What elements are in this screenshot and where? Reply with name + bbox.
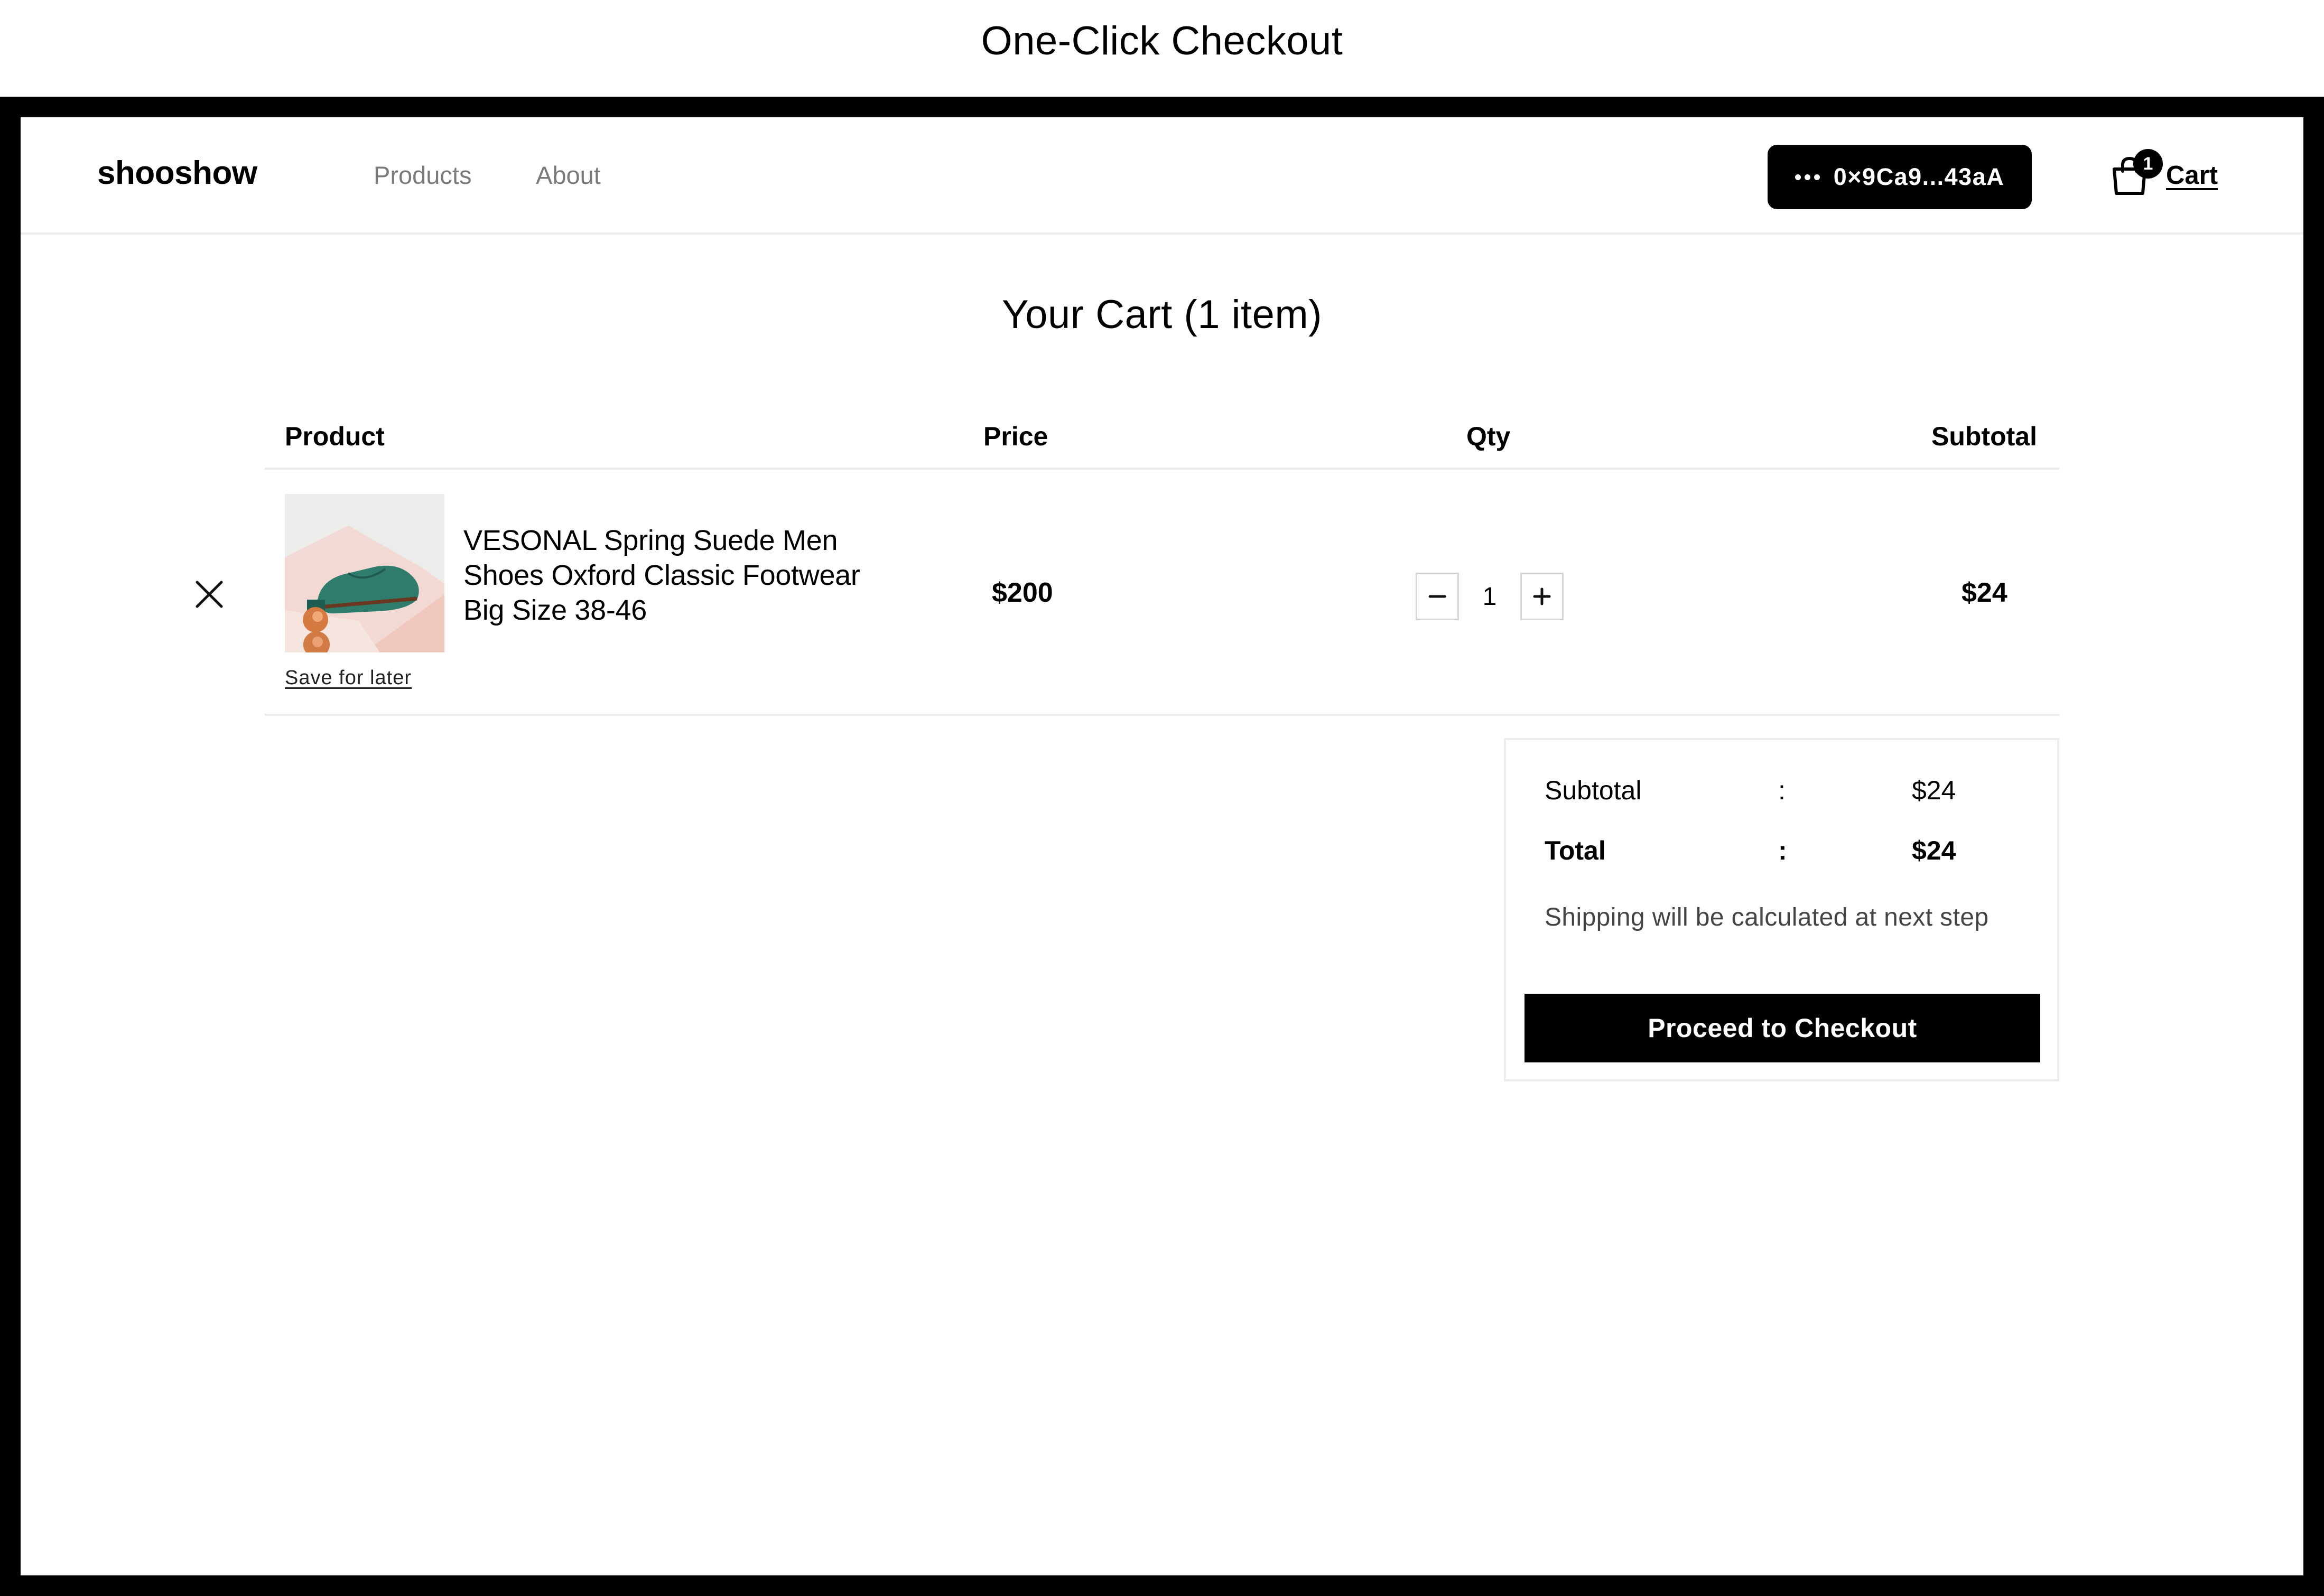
page-caption: One-Click Checkout: [981, 18, 1343, 63]
browser-frame: shooshow Products About 0×9Ca9...43aA 1 …: [0, 97, 2324, 1596]
order-summary: Subtotal : $24 Total : $24 Shipping will…: [1504, 738, 2059, 1081]
product-image[interactable]: [285, 494, 444, 652]
summary-subtotal-value: $24: [1912, 776, 1956, 805]
summary-total-label: Total: [1545, 836, 1606, 865]
minus-icon: [1428, 595, 1446, 598]
row-subtotal: $24: [1962, 577, 2007, 608]
column-header-subtotal: Subtotal: [1931, 422, 2037, 451]
summary-total-value: $24: [1912, 836, 1956, 865]
save-for-later-link[interactable]: Save for later: [285, 667, 412, 689]
logo[interactable]: shooshow: [97, 154, 257, 192]
nav-about-link[interactable]: About: [536, 161, 601, 190]
wallet-button[interactable]: 0×9Ca9...43aA: [1768, 145, 2032, 209]
summary-subtotal-label: Subtotal: [1545, 776, 1642, 805]
product-name[interactable]: VESONAL Spring Suede Men Shoes Oxford Cl…: [463, 523, 897, 628]
increase-quantity-button[interactable]: [1520, 573, 1564, 620]
table-divider: [265, 714, 2059, 716]
wallet-address: 0×9Ca9...43aA: [1833, 163, 2005, 190]
dots-icon: [1795, 174, 1820, 180]
remove-item-button[interactable]: [191, 576, 228, 613]
storefront: shooshow Products About 0×9Ca9...43aA 1 …: [21, 117, 2303, 1575]
product-price: $200: [992, 577, 1053, 608]
shipping-note: Shipping will be calculated at next step: [1545, 903, 1989, 931]
plus-icon: [1533, 587, 1551, 605]
decrease-quantity-button[interactable]: [1416, 573, 1459, 620]
green-suede-shoe-image: [285, 494, 444, 652]
cart-label[interactable]: Cart: [2166, 161, 2218, 190]
close-icon: [196, 581, 223, 608]
summary-separator: :: [1778, 836, 1787, 865]
quantity-value[interactable]: 1: [1459, 582, 1520, 611]
site-header: shooshow Products About 0×9Ca9...43aA 1 …: [21, 117, 2303, 235]
quantity-stepper: 1: [1416, 572, 1564, 621]
cart-count-badge: 1: [2133, 149, 2163, 179]
table-divider: [265, 468, 2059, 470]
column-header-price: Price: [983, 422, 1048, 451]
nav-products-link[interactable]: Products: [374, 161, 471, 190]
column-header-qty: Qty: [1466, 422, 1511, 451]
summary-separator: :: [1778, 776, 1786, 805]
proceed-to-checkout-button[interactable]: Proceed to Checkout: [1524, 994, 2040, 1062]
cart-title: Your Cart (1 item): [1002, 292, 1322, 337]
column-header-product: Product: [285, 422, 385, 451]
